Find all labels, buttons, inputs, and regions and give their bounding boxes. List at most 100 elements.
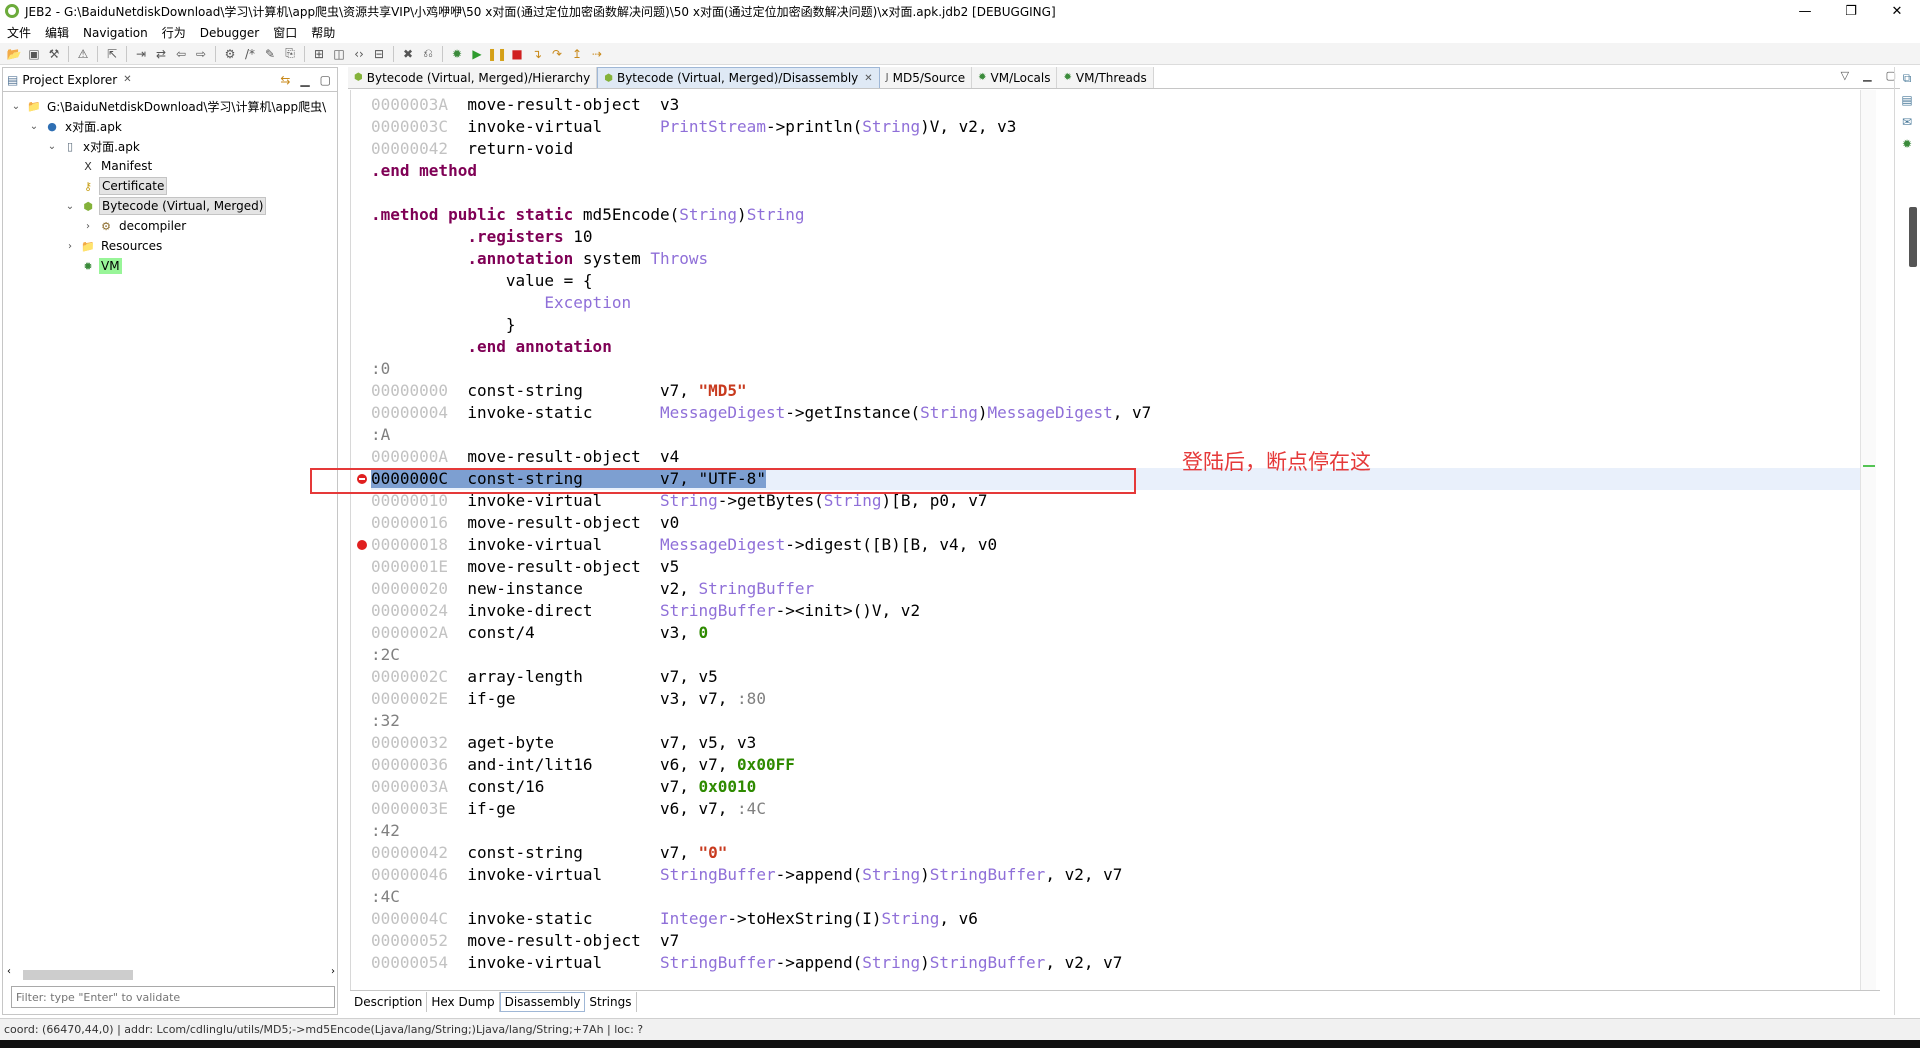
code-line[interactable]: 00000054 invoke-virtual StringBuffer->ap… — [371, 952, 1860, 974]
stop-icon[interactable]: ■ — [507, 45, 527, 63]
chevron-down-icon[interactable]: ⌄ — [27, 121, 41, 132]
code-line[interactable]: :42 — [371, 820, 1860, 842]
code-line[interactable]: :4C — [371, 886, 1860, 908]
step-out-icon[interactable]: ↥ — [567, 45, 587, 63]
delete-icon[interactable]: ✖ — [398, 45, 418, 63]
open-icon[interactable]: 📂 — [4, 45, 24, 63]
overview-ruler[interactable] — [1860, 90, 1876, 990]
chevron-right-icon[interactable]: › — [63, 241, 77, 252]
breakpoint-icon[interactable] — [357, 474, 367, 484]
editor-tab[interactable]: ✹ VM/Threads — [1057, 67, 1154, 88]
convert-icon[interactable]: ⎘ — [280, 45, 300, 63]
code-line[interactable]: :2C — [371, 644, 1860, 666]
chevron-down-icon[interactable]: ⌄ — [45, 141, 59, 152]
restore-icon[interactable]: ⧉ — [1897, 71, 1917, 89]
code-line[interactable]: value = { — [371, 270, 1860, 292]
console-icon[interactable]: ▤ — [1897, 93, 1917, 111]
editor-tab[interactable]: ✹ VM/Locals — [972, 67, 1058, 88]
code-line[interactable]: 0000003A const/16 v7, 0x0010 — [371, 776, 1860, 798]
bottom-tab[interactable]: Strings — [585, 991, 637, 1012]
tree-item[interactable]: › ⚙ decompiler — [3, 216, 337, 236]
scroll-right-icon[interactable]: › — [331, 966, 335, 977]
chevron-right-icon[interactable]: › — [81, 221, 95, 232]
decompile-icon[interactable]: ⚙ — [220, 45, 240, 63]
project-explorer-tab[interactable]: ▤ Project Explorer ✕ ⇆ ▁ ▢ — [3, 68, 337, 92]
editor-tab[interactable]: ⬢ Bytecode (Virtual, Merged)/Disassembly ✕ — [597, 67, 880, 88]
close-icon[interactable]: ✕ — [123, 74, 131, 85]
tree-item[interactable]: X Manifest — [3, 156, 337, 176]
merge-icon[interactable]: ⎌ — [418, 45, 438, 63]
rename-icon[interactable]: ✎ — [260, 45, 280, 63]
maximize-button[interactable]: ❐ — [1828, 0, 1874, 22]
minimize-button[interactable]: — — [1782, 0, 1828, 22]
back-icon[interactable]: ⇦ — [171, 45, 191, 63]
code-line[interactable]: 0000003A move-result-object v3 — [371, 94, 1860, 116]
layout-icon[interactable]: ⊟ — [369, 45, 389, 63]
pause-icon[interactable]: ❚❚ — [487, 45, 507, 63]
comment-panel-icon[interactable]: ✉ — [1897, 115, 1917, 133]
code-area[interactable]: 0000003A move-result-object v3 0000003C i… — [371, 94, 1860, 974]
project-tree[interactable]: ⌄ 📁 G:\BaiduNetdiskDownload\学习\计算机\app爬虫\ ⌄… — [3, 96, 337, 996]
bottom-tab[interactable]: Hex Dump — [427, 991, 500, 1012]
maximize-panel-icon[interactable]: ▢ — [320, 73, 331, 87]
code-line[interactable]: 00000042 return-void — [371, 138, 1860, 160]
view-menu-icon[interactable]: ▽ — [1841, 69, 1849, 82]
chevron-down-icon[interactable]: ⌄ — [9, 101, 23, 112]
bottom-tab[interactable]: Disassembly — [499, 991, 586, 1012]
scrollbar-thumb[interactable] — [23, 970, 133, 980]
code-line[interactable]: 0000003E if-ge v6, v7, :4C — [371, 798, 1860, 820]
code-line[interactable]: 0000002A const/4 v3, 0 — [371, 622, 1860, 644]
code-line[interactable]: :0 — [371, 358, 1860, 380]
code-line[interactable]: 0000000C const-string v7, "UTF-8" — [371, 468, 1860, 490]
warning-icon[interactable]: ⚠ — [73, 45, 93, 63]
xref-icon[interactable]: ⇄ — [151, 45, 171, 63]
code-line[interactable]: .method public static md5Encode(String)S… — [371, 204, 1860, 226]
code-line[interactable]: :32 — [371, 710, 1860, 732]
debugger-icon[interactable]: ✹ — [1897, 137, 1917, 155]
minimize-editor-icon[interactable]: ▁ — [1863, 69, 1871, 82]
code-line[interactable]: 0000001E move-result-object v5 — [371, 556, 1860, 578]
breakpoint-icon[interactable] — [357, 540, 367, 550]
code-line[interactable]: 0000002C array-length v7, v5 — [371, 666, 1860, 688]
link-editor-icon[interactable]: ⇆ — [280, 73, 290, 87]
editor-tab[interactable]: J MD5/Source — [879, 67, 973, 88]
scroll-left-icon[interactable]: ‹ — [7, 966, 11, 977]
menu-item[interactable]: 文件 — [0, 24, 38, 41]
code-line[interactable]: 00000032 aget-byte v7, v5, v3 — [371, 732, 1860, 754]
menu-item[interactable]: 窗口 — [266, 24, 304, 41]
tree-item[interactable]: ✹ VM — [3, 256, 337, 276]
code-line[interactable]: 00000024 invoke-direct StringBuffer-><in… — [371, 600, 1860, 622]
code-line[interactable]: 00000000 const-string v7, "MD5" — [371, 380, 1860, 402]
debug-attach-icon[interactable]: ✹ — [447, 45, 467, 63]
save-icon[interactable]: ▣ — [24, 45, 44, 63]
close-icon[interactable]: ✕ — [864, 73, 872, 84]
code-line[interactable]: 00000018 invoke-virtual MessageDigest->d… — [371, 534, 1860, 556]
export-icon[interactable]: ⇱ — [102, 45, 122, 63]
filter-input[interactable] — [11, 986, 335, 1008]
tree-item[interactable]: ⚷ Certificate — [3, 176, 337, 196]
horizontal-scrollbar[interactable]: ‹ › — [7, 966, 335, 982]
code-line[interactable]: 00000046 invoke-virtual StringBuffer->ap… — [371, 864, 1860, 886]
tree-item[interactable]: › 📁 Resources — [3, 236, 337, 256]
code-line[interactable]: .end method — [371, 160, 1860, 182]
code-line[interactable]: Exception — [371, 292, 1860, 314]
tree-item[interactable]: ⌄ ⬢ Bytecode (Virtual, Merged) — [3, 196, 337, 216]
step-over-icon[interactable]: ↷ — [547, 45, 567, 63]
code-line[interactable]: } — [371, 314, 1860, 336]
menu-item[interactable]: Navigation — [76, 26, 155, 40]
code-line[interactable]: .end annotation — [371, 336, 1860, 358]
menu-item[interactable]: Debugger — [193, 26, 266, 40]
run-to-line-icon[interactable]: ⇢ — [587, 45, 607, 63]
code-line[interactable]: 00000004 invoke-static MessageDigest->ge… — [371, 402, 1860, 424]
menu-item[interactable]: 帮助 — [304, 24, 342, 41]
close-button[interactable]: ✕ — [1874, 0, 1920, 22]
comment-icon[interactable]: /* — [240, 45, 260, 63]
menu-item[interactable]: 编辑 — [38, 24, 76, 41]
code-line[interactable] — [371, 182, 1860, 204]
code-line[interactable]: 00000036 and-int/lit16 v6, v7, 0x00FF — [371, 754, 1860, 776]
disassembly-editor[interactable]: 0000003A move-result-object v3 0000003C i… — [350, 90, 1860, 990]
chevron-down-icon[interactable]: ⌄ — [63, 201, 77, 212]
code-icon[interactable]: ‹› — [349, 45, 369, 63]
breakpoint-gutter[interactable] — [351, 90, 369, 990]
code-line[interactable]: 0000003C invoke-virtual PrintStream->pri… — [371, 116, 1860, 138]
